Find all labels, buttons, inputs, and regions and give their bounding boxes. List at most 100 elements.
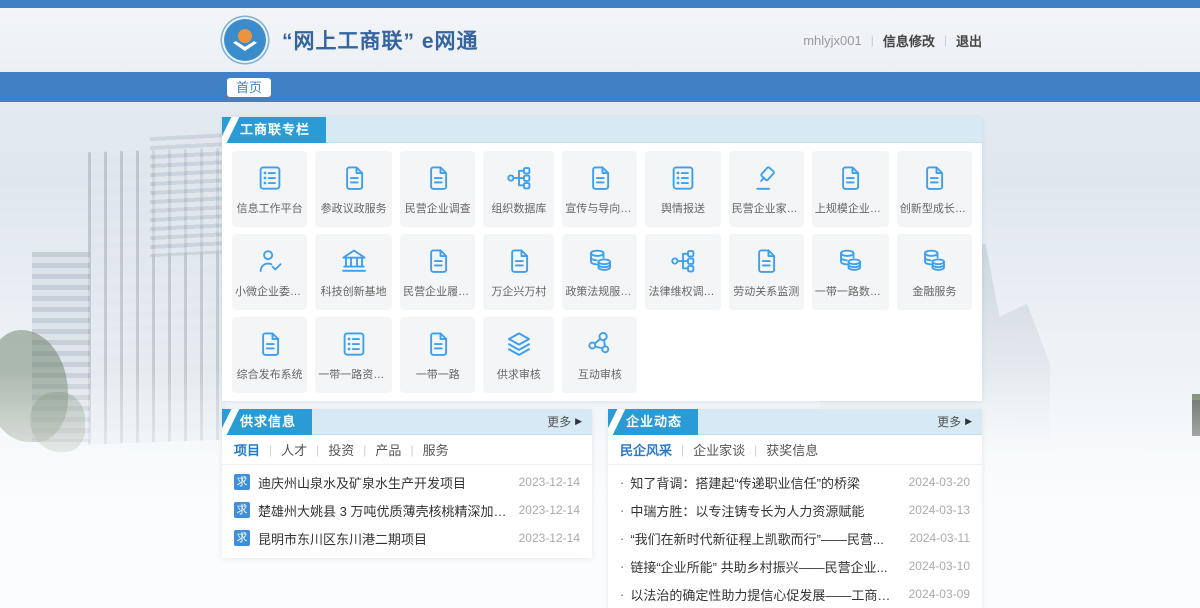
tab-project[interactable]: 项目 (234, 440, 260, 459)
supply-item[interactable]: 求 迪庆州山泉水及矿泉水生产开发项目 2023-12-14 (234, 468, 580, 496)
app-tile-label: 一带一路 (416, 366, 460, 382)
app-tile[interactable]: 万企兴万村 (483, 234, 554, 310)
app-tile[interactable]: 法律维权调解... (645, 234, 720, 310)
supply-item[interactable]: 求 楚雄州大姚县 3 万吨优质薄壳核桃精深加工及科... 2023-12-14 (234, 496, 580, 524)
tab-entrepreneur-talks[interactable]: 企业家谈 (693, 440, 745, 459)
site-logo (222, 17, 268, 63)
app-tile[interactable]: 一带一路数据库 (812, 234, 889, 310)
app-tile-label: 供求审核 (497, 366, 541, 382)
app-tile[interactable]: 互动审核 (562, 317, 637, 393)
main-navbar: 首页 (0, 72, 1200, 102)
app-tile[interactable]: 政策法规服务... (562, 234, 637, 310)
app-tile-label: 综合发布系统 (237, 366, 303, 382)
user-separator: | (944, 33, 947, 47)
app-tile[interactable]: 小微企业委员... (232, 234, 307, 310)
app-tile[interactable]: 组织数据库 (483, 151, 554, 227)
doc-icon (751, 246, 781, 276)
tab-talent[interactable]: 人才 (281, 440, 307, 459)
doc-icon (835, 163, 865, 193)
user-area: mhlyjx001 | 信息修改 | 退出 (803, 31, 982, 50)
supply-list: 求 迪庆州山泉水及矿泉水生产开发项目 2023-12-14 求 楚雄州大姚县 3… (222, 465, 592, 558)
app-tile-label: 一带一路资讯库 (318, 366, 389, 382)
app-tile-label: 一带一路数据库 (815, 283, 886, 299)
bank-icon (339, 246, 369, 276)
app-tile-label: 民营企业履行... (403, 283, 472, 299)
app-tile[interactable]: 民营企业家网... (729, 151, 804, 227)
bullet-icon: · (620, 531, 624, 546)
app-tile[interactable]: 宣传与导向工... (562, 151, 637, 227)
supply-demand-panel: 供求信息 更多 ▶ 项目 | 人才 | 投资 | 产品 | 服务 求 (222, 409, 592, 558)
app-tile[interactable]: 科技创新基地 (315, 234, 392, 310)
tab-separator: | (681, 443, 684, 457)
top-accent-strip (0, 0, 1200, 8)
app-tile[interactable]: 金融服务 (897, 234, 972, 310)
tab-award-info[interactable]: 获奖信息 (766, 440, 818, 459)
list-icon (339, 329, 369, 359)
tab-separator: | (363, 443, 366, 457)
app-tile[interactable]: 劳动关系监测 (729, 234, 804, 310)
supply-item[interactable]: 求 昆明市东川区东川港二期项目 2023-12-14 (234, 524, 580, 552)
database-icon (585, 246, 615, 276)
list-icon (255, 163, 285, 193)
app-tile[interactable]: 民营企业履行... (400, 234, 475, 310)
logout-link[interactable]: 退出 (956, 31, 982, 50)
app-tile[interactable]: 参政议政服务 (315, 151, 392, 227)
app-tile-label: 政策法规服务... (565, 283, 634, 299)
tab-service[interactable]: 服务 (423, 440, 449, 459)
database-icon (835, 246, 865, 276)
app-tile-label: 小微企业委员... (235, 283, 304, 299)
app-tile[interactable]: 民营企业调查 (400, 151, 475, 227)
news-item[interactable]: · 中瑞方胜：以专注铸专长为人力资源赋能 2024-03-13 (620, 496, 970, 524)
tab-separator: | (269, 443, 272, 457)
panel-header: 供求信息 更多 ▶ (222, 409, 592, 435)
app-tile[interactable]: 一带一路资讯库 (315, 317, 392, 393)
doc-icon (255, 329, 285, 359)
supply-item-title: 昆明市东川区东川港二期项目 (258, 529, 519, 548)
news-item-date: 2024-03-13 (909, 503, 970, 517)
supply-more-link[interactable]: 更多 ▶ (547, 413, 582, 430)
app-tile[interactable]: 舆情报送 (645, 151, 720, 227)
app-tile[interactable]: 信息工作平台 (232, 151, 307, 227)
doc-icon (423, 246, 453, 276)
demand-badge: 求 (234, 502, 250, 518)
nav-home-button[interactable]: 首页 (227, 78, 271, 97)
news-item[interactable]: · “我们在新时代新征程上凯歌而行”——民营... 2024-03-11 (620, 524, 970, 552)
app-tile[interactable]: 一带一路 (400, 317, 475, 393)
news-item-date: 2024-03-11 (910, 531, 971, 545)
supply-item-date: 2023-12-14 (519, 503, 580, 517)
tab-enterprise-showcase[interactable]: 民企风采 (620, 440, 672, 459)
federation-column-panel: 工商联专栏 信息工作平台 参政议政服务 民营企业调查 组织数据库 宣传与导向工.… (222, 117, 982, 401)
bullet-icon: · (620, 587, 624, 602)
app-tile-label: 组织数据库 (491, 200, 546, 216)
news-more-link[interactable]: 更多 ▶ (937, 413, 972, 430)
tab-separator: | (754, 443, 757, 457)
news-item-title: 知了背调：搭建起“传递职业信任”的桥梁 (630, 473, 908, 492)
app-tile[interactable]: 创新型成长型... (897, 151, 972, 227)
more-arrow-icon: ▶ (575, 416, 582, 427)
tab-product[interactable]: 产品 (375, 440, 401, 459)
doc-icon (919, 163, 949, 193)
panel-title: 供求信息 (222, 409, 312, 435)
news-list: · 知了背调：搭建起“传递职业信任”的桥梁 2024-03-20 · 中瑞方胜：… (608, 465, 982, 608)
app-tile-label: 互动审核 (578, 366, 622, 382)
panel-header: 工商联专栏 (222, 117, 982, 143)
demand-badge: 求 (234, 474, 250, 490)
news-item[interactable]: · 以法治的确定性助力提信心促发展——工商联... 2024-03-09 (620, 580, 970, 608)
app-tile[interactable]: 供求审核 (483, 317, 554, 393)
app-tile[interactable]: 上规模企业调查 (812, 151, 889, 227)
app-tile[interactable]: 综合发布系统 (232, 317, 307, 393)
news-item[interactable]: · 链接“企业所能” 共助乡村振兴——民营企业... 2024-03-10 (620, 552, 970, 580)
org-icon (504, 163, 534, 193)
doc-icon (504, 246, 534, 276)
tab-separator: | (316, 443, 319, 457)
news-item[interactable]: · 知了背调：搭建起“传递职业信任”的桥梁 2024-03-20 (620, 468, 970, 496)
news-item-date: 2024-03-09 (909, 587, 970, 601)
site-title: “网上工商联” e网通 (282, 25, 479, 55)
app-tile-label: 科技创新基地 (321, 283, 387, 299)
news-item-title: 以法治的确定性助力提信心促发展——工商联... (630, 585, 908, 604)
tab-investment[interactable]: 投资 (328, 440, 354, 459)
news-item-title: “我们在新时代新征程上凯歌而行”——民营... (630, 529, 909, 548)
site-header: “网上工商联” e网通 mhlyjx001 | 信息修改 | 退出 (0, 8, 1200, 72)
more-label: 更多 (547, 413, 571, 430)
edit-info-link[interactable]: 信息修改 (883, 31, 935, 50)
